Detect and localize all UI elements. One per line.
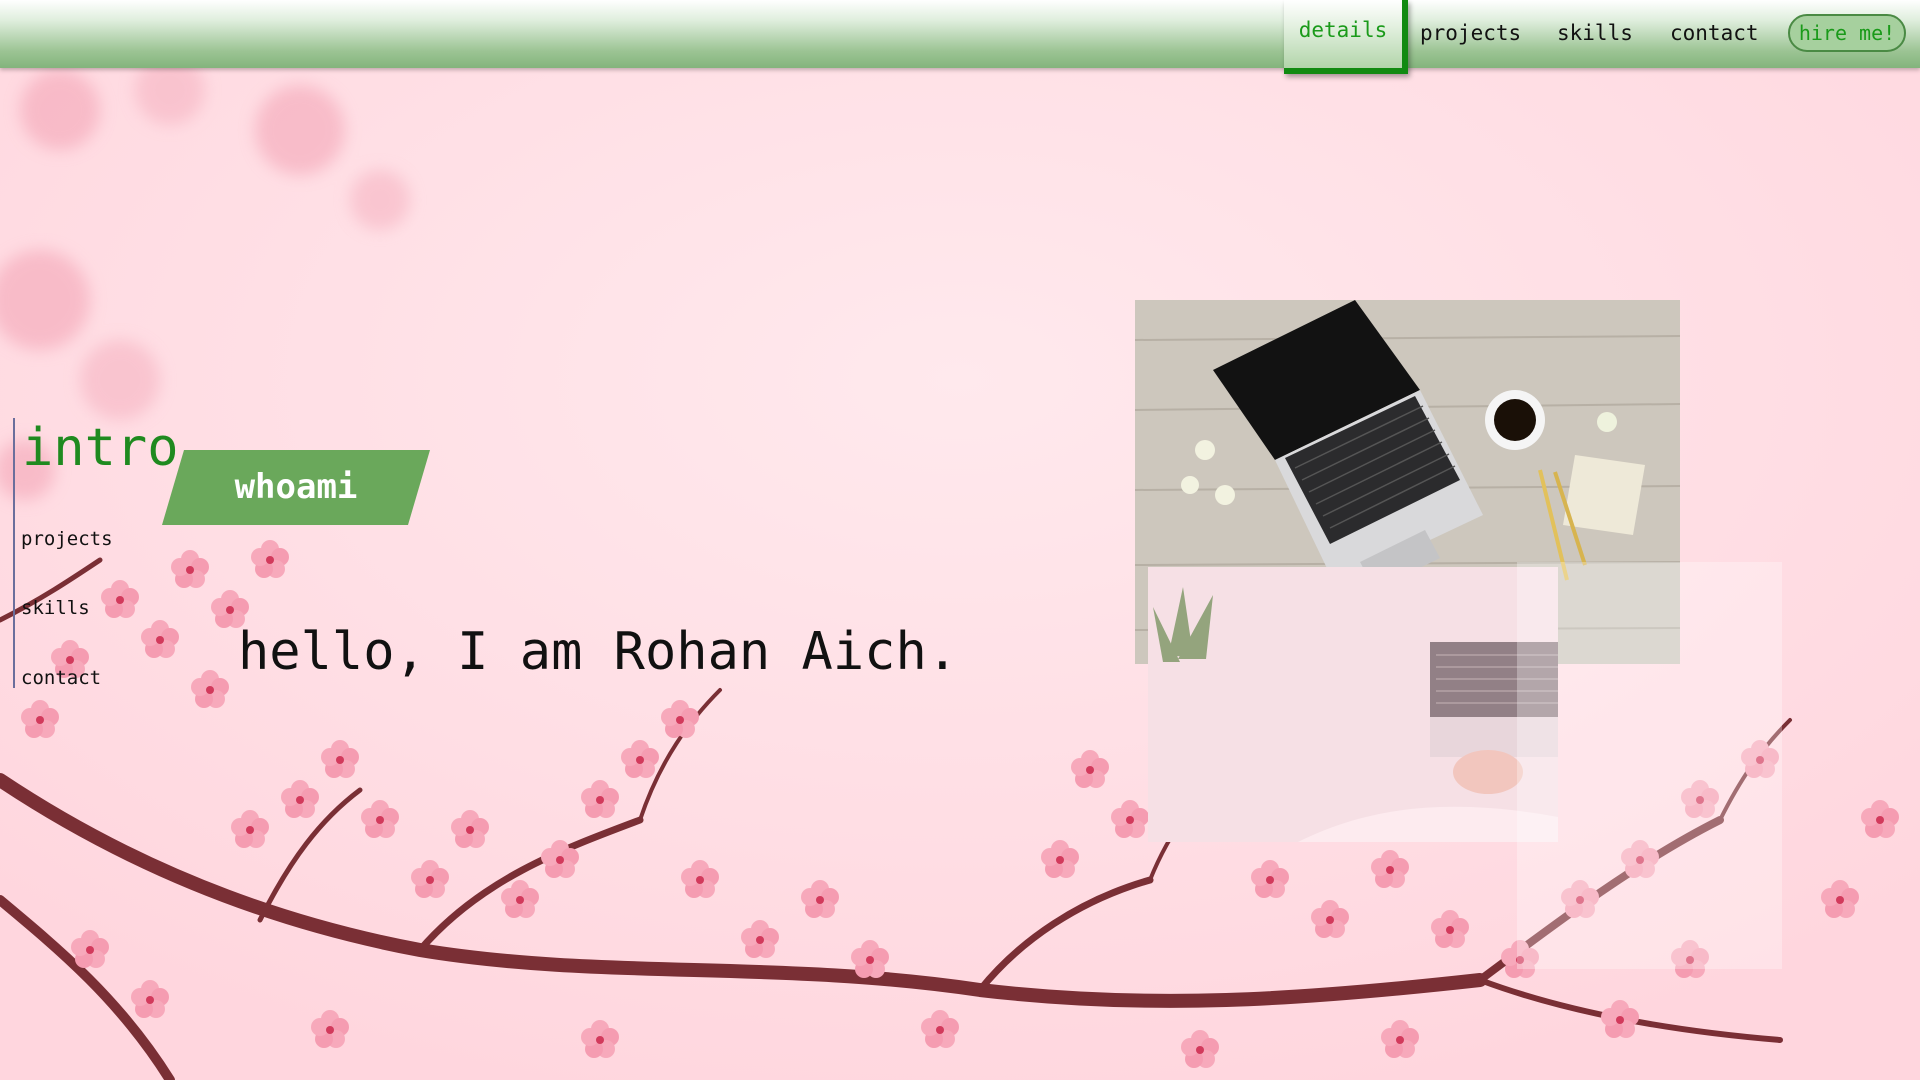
hire-me-button[interactable]: hire me! <box>1788 14 1906 52</box>
side-nav-item-skills[interactable]: skills <box>21 597 90 619</box>
nav-link-projects[interactable]: projects <box>1420 0 1521 68</box>
whoami-label: whoami <box>234 467 358 507</box>
top-navbar: details projects skills contact hire me! <box>0 0 1920 74</box>
faded-photo-overlay <box>1517 562 1782 969</box>
nav-link-skills[interactable]: skills <box>1557 0 1633 68</box>
side-nav-line <box>13 418 15 688</box>
hero-greeting: hello, I am Rohan Aich. <box>238 622 959 682</box>
nav-link-contact[interactable]: contact <box>1670 0 1759 68</box>
side-nav-item-projects[interactable]: projects <box>21 528 113 550</box>
side-nav-current-section: intro <box>22 418 179 478</box>
side-nav-item-contact[interactable]: contact <box>21 667 101 689</box>
nav-link-details[interactable]: details <box>1284 0 1408 74</box>
hands-laptop-photo <box>1148 567 1558 842</box>
